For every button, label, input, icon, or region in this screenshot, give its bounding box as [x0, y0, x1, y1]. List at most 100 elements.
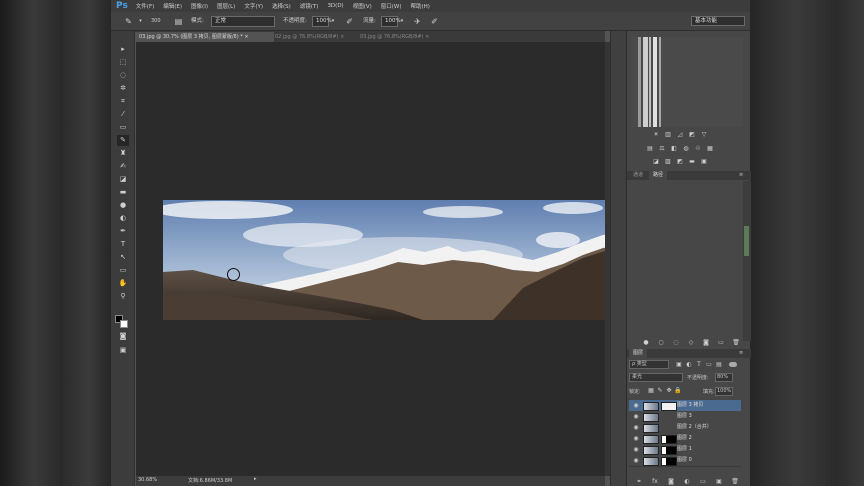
- workspace-select[interactable]: 基本功能: [691, 16, 745, 26]
- eye-icon[interactable]: ◉: [632, 445, 640, 454]
- tab-channels[interactable]: 通道: [629, 171, 647, 180]
- pressure-opacity-icon[interactable]: ✐: [344, 16, 355, 27]
- add-mask-icon[interactable]: ◙: [667, 478, 675, 485]
- hand-tool-icon[interactable]: ✋: [117, 278, 129, 289]
- selective-color-icon[interactable]: ▣: [700, 158, 708, 165]
- scroll-thumb[interactable]: [744, 226, 749, 256]
- brush-panel-icon[interactable]: ▤: [173, 16, 184, 27]
- flow-field[interactable]: 100%: [381, 16, 401, 27]
- menu-type[interactable]: 文字(Y): [244, 2, 263, 10]
- layer-mask-thumbnail[interactable]: [661, 446, 677, 455]
- mode-select[interactable]: 正常: [211, 16, 275, 27]
- close-icon[interactable]: ×: [340, 34, 344, 40]
- menu-help[interactable]: 帮助(H): [411, 2, 430, 10]
- quick-select-tool-icon[interactable]: ✲: [117, 83, 129, 94]
- filter-type-icon[interactable]: T: [695, 361, 703, 368]
- filter-pixel-icon[interactable]: ▣: [675, 361, 683, 368]
- history-brush-tool-icon[interactable]: ✍: [117, 161, 129, 172]
- lock-transparent-icon[interactable]: ▦: [647, 387, 655, 394]
- menu-select[interactable]: 选择(S): [272, 2, 291, 10]
- black-white-icon[interactable]: ◧: [670, 145, 678, 152]
- panel-menu-icon[interactable]: ≡: [739, 349, 743, 358]
- threshold-icon[interactable]: ◩: [676, 158, 684, 165]
- brush-size-value[interactable]: 300: [151, 16, 161, 27]
- invert-icon[interactable]: ◪: [652, 158, 660, 165]
- gradient-tool-icon[interactable]: ▬: [117, 187, 129, 198]
- stroke-path-icon[interactable]: ○: [657, 339, 665, 346]
- chevron-down-icon[interactable]: ▾: [398, 16, 406, 27]
- color-lookup-icon[interactable]: ▦: [706, 145, 714, 152]
- menu-layer[interactable]: 图层(L): [217, 2, 235, 10]
- screen-mode-icon[interactable]: ▣: [117, 345, 129, 356]
- menu-view[interactable]: 视图(V): [353, 2, 372, 10]
- menu-image[interactable]: 图像(I): [191, 2, 208, 10]
- posterize-icon[interactable]: ▨: [664, 158, 672, 165]
- filter-adjust-icon[interactable]: ◐: [685, 361, 693, 368]
- move-tool-icon[interactable]: ▸: [117, 44, 129, 55]
- group-icon[interactable]: ▭: [699, 478, 707, 485]
- new-layer-icon[interactable]: ▣: [715, 478, 723, 485]
- panorama-photo[interactable]: [163, 200, 623, 320]
- eye-icon[interactable]: ◉: [632, 412, 640, 421]
- type-tool-icon[interactable]: T: [117, 239, 129, 250]
- menu-file[interactable]: 文件(F): [136, 2, 154, 10]
- tab-layers[interactable]: 图层: [629, 349, 648, 358]
- eye-icon[interactable]: ◉: [632, 401, 640, 410]
- chevron-right-icon[interactable]: ▸: [254, 476, 257, 482]
- blend-mode-select[interactable]: 柔光: [629, 373, 683, 382]
- quick-mask-icon[interactable]: ◙: [117, 331, 129, 342]
- channel-mixer-icon[interactable]: ♲: [694, 145, 702, 152]
- layer-opacity-field[interactable]: 80%: [715, 373, 733, 382]
- hue-saturation-icon[interactable]: ▤: [646, 145, 654, 152]
- opacity-field[interactable]: 100%: [312, 16, 332, 27]
- clone-stamp-tool-icon[interactable]: ♜: [117, 148, 129, 159]
- layer-mask-thumbnail[interactable]: [661, 435, 677, 444]
- photo-filter-icon[interactable]: ◍: [682, 145, 690, 152]
- filter-toggle[interactable]: [729, 362, 737, 367]
- healing-tool-icon[interactable]: ▭: [117, 122, 129, 133]
- chevron-down-icon[interactable]: ▾: [135, 16, 146, 27]
- lock-position-icon[interactable]: ✥: [665, 387, 673, 394]
- trash-icon[interactable]: 🗑: [732, 339, 740, 346]
- link-layers-icon[interactable]: ⚭: [635, 478, 643, 485]
- levels-icon[interactable]: ▥: [664, 131, 672, 138]
- tab-03-jpg[interactable]: 03.jpg @ 76.8%(RGB/8#) ×: [356, 32, 444, 42]
- layer-mask-thumbnail[interactable]: [661, 402, 677, 411]
- crop-tool-icon[interactable]: ⌗: [117, 96, 129, 107]
- eye-icon[interactable]: ◉: [632, 423, 640, 432]
- eyedropper-tool-icon[interactable]: ⁄: [117, 109, 129, 120]
- tab-02-jpg[interactable]: 02.jpg @ 76.8%(RGB/8#) ×: [271, 32, 359, 42]
- zoom-tool-icon[interactable]: ⚲: [117, 291, 129, 302]
- eye-icon[interactable]: ◉: [632, 456, 640, 465]
- lasso-tool-icon[interactable]: ◌: [117, 70, 129, 81]
- filter-smart-icon[interactable]: ▤: [715, 361, 723, 368]
- layer-filter-select[interactable]: ρ 类型: [629, 360, 669, 369]
- panel-menu-icon[interactable]: ≡: [739, 171, 743, 180]
- curves-icon[interactable]: ◿: [676, 131, 684, 138]
- layer-mask-thumbnail[interactable]: [661, 457, 677, 466]
- trash-icon[interactable]: 🗑: [731, 478, 739, 485]
- menu-3d[interactable]: 3D(D): [327, 3, 343, 9]
- fill-field[interactable]: 100%: [715, 387, 733, 396]
- dodge-tool-icon[interactable]: ◐: [117, 213, 129, 224]
- background-color-swatch[interactable]: [120, 320, 128, 328]
- lock-image-icon[interactable]: ✎: [656, 387, 664, 394]
- blur-tool-icon[interactable]: ●: [117, 200, 129, 211]
- menu-edit[interactable]: 编辑(E): [163, 2, 182, 10]
- add-mask-icon[interactable]: ◙: [702, 339, 710, 346]
- eye-icon[interactable]: ◉: [632, 434, 640, 443]
- zoom-level[interactable]: 30.68%: [138, 477, 157, 483]
- menu-window[interactable]: 窗口(W): [381, 2, 402, 10]
- color-balance-icon[interactable]: ⚖: [658, 145, 666, 152]
- exposure-icon[interactable]: ◩: [688, 131, 696, 138]
- chevron-down-icon[interactable]: ▾: [329, 16, 337, 27]
- load-selection-icon[interactable]: ◌: [672, 339, 680, 346]
- marquee-tool-icon[interactable]: ⬚: [117, 57, 129, 68]
- layer-row[interactable]: ◉ 图层 0: [629, 455, 741, 467]
- fill-path-icon[interactable]: ●: [642, 339, 650, 346]
- brush-tool-icon[interactable]: ✎: [117, 135, 129, 146]
- airbrush-icon[interactable]: ✈: [412, 16, 423, 27]
- tab-paths[interactable]: 路径: [649, 171, 668, 180]
- menu-filter[interactable]: 滤镜(T): [300, 2, 319, 10]
- tab-03-jpg-active[interactable]: 03.jpg @ 30.7% (图层 3 拷贝, 图层蒙版/8) * ×: [135, 32, 274, 42]
